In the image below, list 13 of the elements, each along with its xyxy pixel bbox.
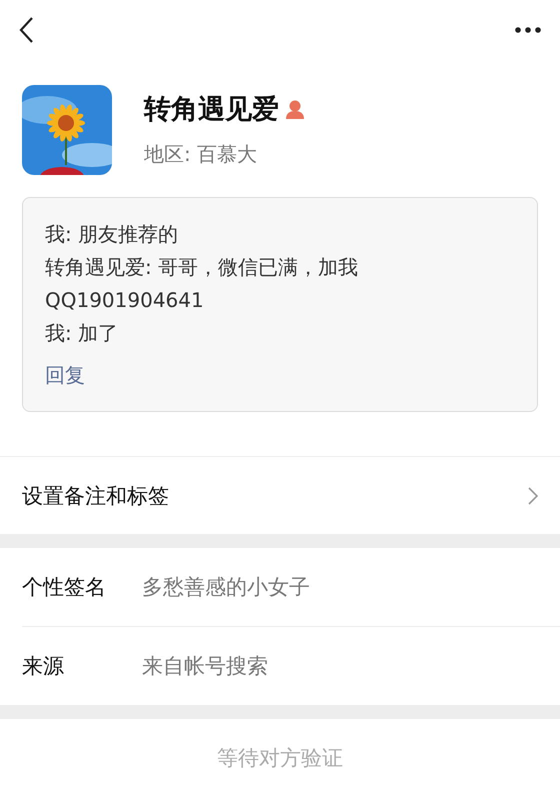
more-icon[interactable] [514, 26, 542, 34]
profile-name: 转角遇见爱 [144, 93, 279, 127]
message-line: 转角遇见爱: 哥哥，微信已满，加我QQ1901904641 [45, 254, 360, 314]
back-icon[interactable] [18, 16, 34, 44]
row-value: 多愁善感的小女子 [142, 574, 310, 601]
chevron-right-icon [528, 486, 538, 504]
region-text: 地区: 百慕大 [144, 141, 258, 168]
reply-link[interactable]: 回复 [45, 362, 85, 389]
message-line: 我: 加了 [45, 320, 120, 347]
row-label: 来源 [22, 653, 65, 680]
row-value: 来自帐号搜索 [142, 653, 268, 680]
message-line: 我: 朋友推荐的 [45, 221, 180, 248]
row-label: 个性签名 [22, 574, 107, 601]
